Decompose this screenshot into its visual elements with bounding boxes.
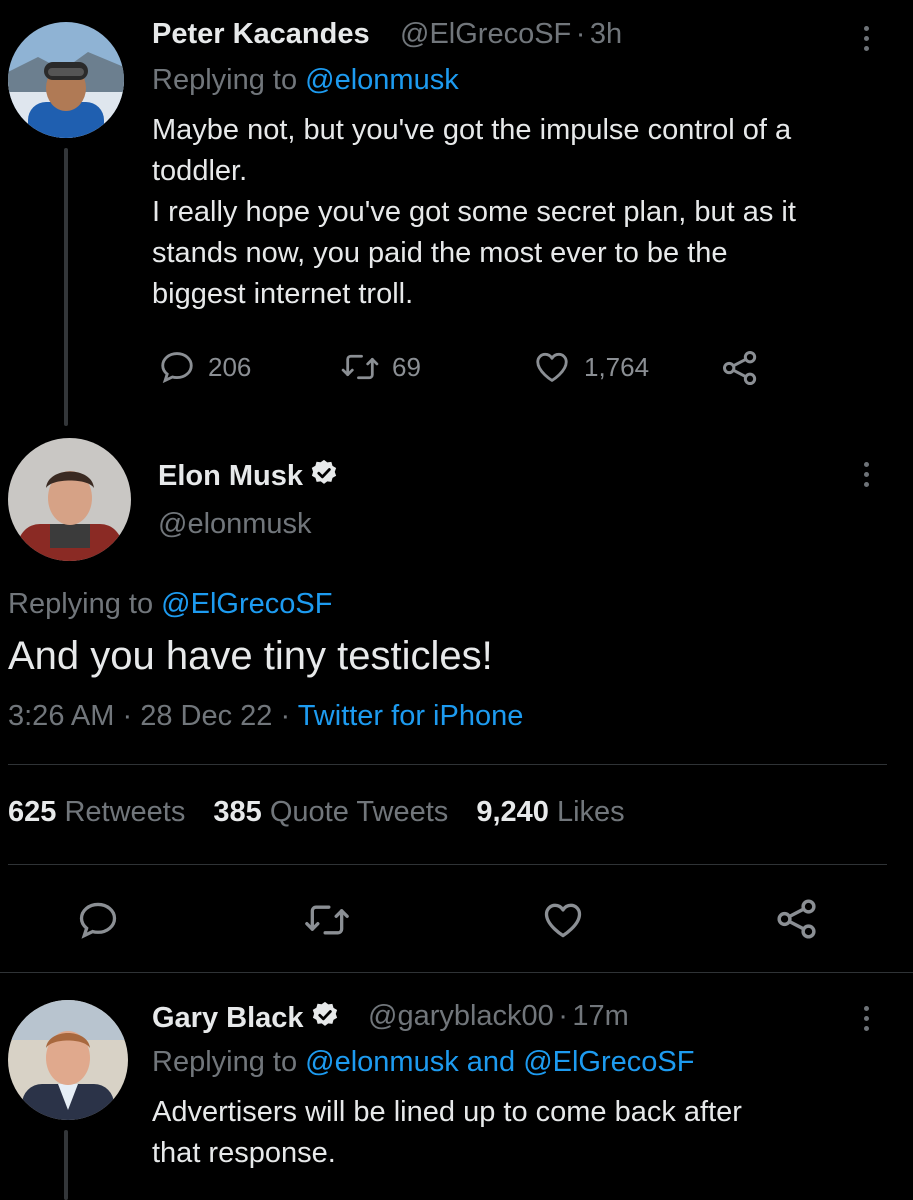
share-icon bbox=[723, 351, 757, 385]
tweet3-author-handle[interactable]: @garyblack00 bbox=[368, 1000, 554, 1032]
tweet1-separator: · bbox=[575, 18, 586, 50]
more-vertical-icon[interactable] bbox=[864, 26, 870, 56]
main-like-button[interactable] bbox=[540, 898, 586, 942]
main-tweet-separator: · bbox=[122, 700, 133, 732]
tweet3-separator: · bbox=[558, 1000, 568, 1032]
tweet3-replying-prefix: Replying to bbox=[152, 1046, 298, 1078]
retweets-stat[interactable]: 625 Retweets bbox=[8, 796, 193, 828]
tweet1-text-line: I really hope you've got some secret pla… bbox=[152, 196, 796, 228]
tweet1-text-line: Maybe not, but you've got the impulse co… bbox=[152, 114, 792, 146]
divider bbox=[8, 764, 887, 765]
avatar-elon-musk[interactable] bbox=[8, 438, 131, 561]
quote-tweets-count: 385 bbox=[213, 796, 262, 828]
retweet-icon bbox=[341, 354, 379, 380]
tweet1-text: Maybe not, but you've got the impulse co… bbox=[152, 110, 892, 315]
tweet1-share-button[interactable] bbox=[720, 348, 760, 388]
tweet1-text-line: toddler. bbox=[152, 155, 248, 187]
more-vertical-icon[interactable] bbox=[864, 462, 870, 492]
main-tweet-replying-prefix: Replying to bbox=[8, 588, 154, 620]
reply-icon bbox=[79, 902, 117, 939]
likes-label: Likes bbox=[556, 796, 625, 828]
tweet1-like-button[interactable]: 1,764 bbox=[532, 348, 649, 386]
tweet1-replying-to-link[interactable]: @elonmusk bbox=[305, 64, 459, 96]
tweet3-timestamp[interactable]: 17m bbox=[572, 1000, 628, 1032]
tweet3-replying-to-link[interactable]: @elonmusk and @ElGrecoSF bbox=[305, 1046, 694, 1078]
tweet3-text-line: that response. bbox=[152, 1137, 336, 1169]
tweet1-reply-button[interactable]: 206 bbox=[158, 348, 251, 386]
tweet3-author-name[interactable]: Gary Black bbox=[152, 1002, 304, 1034]
tweet1-timestamp[interactable]: 3h bbox=[590, 18, 622, 50]
heart-icon bbox=[544, 903, 582, 938]
main-tweet-replying-to-link[interactable]: @ElGrecoSF bbox=[161, 588, 332, 620]
retweet-icon bbox=[305, 905, 349, 935]
tweet1-reply-count: 206 bbox=[208, 351, 252, 382]
quote-tweets-stat[interactable]: 385 Quote Tweets bbox=[213, 796, 456, 828]
tweet1-author-handle[interactable]: @ElGrecoSF bbox=[400, 18, 571, 50]
tweet3-text: Advertisers will be lined up to come bac… bbox=[152, 1092, 892, 1174]
divider bbox=[0, 972, 913, 973]
main-tweet-text: And you have tiny testicles! bbox=[8, 634, 493, 678]
thread-line-top bbox=[64, 148, 68, 426]
quote-tweets-label: Quote Tweets bbox=[269, 796, 449, 828]
more-vertical-icon[interactable] bbox=[864, 1006, 870, 1036]
tweet3-text-line: Advertisers will be lined up to come bac… bbox=[152, 1096, 742, 1128]
tweet1-text-line: biggest internet troll. bbox=[152, 278, 414, 310]
main-tweet-separator: · bbox=[280, 700, 291, 732]
retweets-label: Retweets bbox=[64, 796, 186, 828]
verified-badge-icon bbox=[311, 459, 337, 484]
main-tweet-time[interactable]: 3:26 AM bbox=[8, 700, 114, 732]
tweet1-retweet-button[interactable]: 69 bbox=[340, 348, 421, 386]
likes-stat[interactable]: 9,240 Likes bbox=[476, 796, 624, 828]
main-tweet-author-name[interactable]: Elon Musk bbox=[158, 460, 303, 492]
avatar-gary-black[interactable] bbox=[8, 1000, 128, 1120]
avatar-peter-kacandes[interactable] bbox=[8, 22, 124, 138]
main-tweet-author-handle[interactable]: @elonmusk bbox=[158, 508, 312, 541]
main-share-button[interactable] bbox=[774, 896, 820, 942]
tweet1-retweet-count: 69 bbox=[392, 351, 421, 382]
tweet1-like-count: 1,764 bbox=[584, 351, 650, 382]
main-tweet-date[interactable]: 28 Dec 22 bbox=[140, 700, 272, 732]
main-reply-button[interactable] bbox=[76, 898, 120, 942]
retweets-count: 625 bbox=[8, 796, 57, 828]
tweet1-text-line: stands now, you paid the most ever to be… bbox=[152, 237, 728, 269]
verified-badge-icon bbox=[312, 1001, 337, 1026]
divider bbox=[8, 864, 887, 865]
main-retweet-button[interactable] bbox=[302, 898, 352, 942]
main-tweet-source-link[interactable]: Twitter for iPhone bbox=[298, 700, 524, 732]
share-icon bbox=[777, 899, 816, 939]
likes-count: 9,240 bbox=[476, 796, 549, 828]
tweet1-author-name[interactable]: Peter Kacandes bbox=[152, 18, 370, 51]
reply-icon bbox=[161, 352, 193, 384]
tweet1-replying-prefix: Replying to bbox=[152, 64, 298, 96]
heart-icon bbox=[536, 352, 568, 382]
thread-line-bottom bbox=[64, 1130, 68, 1200]
